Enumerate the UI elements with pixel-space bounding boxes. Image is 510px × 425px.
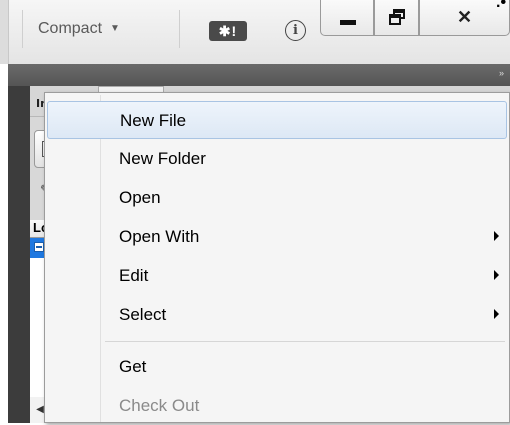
menu-item-label: Open With [119, 227, 200, 246]
menu-separator [105, 341, 505, 342]
toolbar-divider [22, 10, 23, 48]
info-icon[interactable]: i [285, 20, 306, 41]
collapse-icon[interactable] [34, 242, 44, 252]
submenu-arrow-icon [494, 231, 499, 241]
sync-button[interactable]: ✱! [209, 21, 247, 41]
minimize-icon [340, 20, 356, 25]
dropdown-caret-icon: ▼ [110, 23, 120, 34]
menu-item-label: Check Out [119, 396, 200, 415]
menu-item-label: Select [119, 305, 167, 324]
menu-item-get[interactable]: Get [47, 348, 507, 386]
view-mode-label: Compact [38, 20, 103, 37]
menu-item-label: Get [119, 357, 147, 376]
more-icon[interactable]: » [499, 68, 504, 78]
corner-artifact: .• [496, 0, 507, 11]
restore-icon [388, 9, 405, 25]
menu-item-select[interactable]: Select [47, 296, 507, 334]
toolbar-left-edge [0, 0, 9, 64]
menu-item-label: Edit [119, 266, 149, 285]
menu-item-label: New Folder [119, 149, 206, 168]
window-controls: ✕ [320, 0, 510, 38]
close-icon: ✕ [456, 7, 473, 27]
panel-header: » [8, 64, 510, 86]
menu-item-new-file[interactable]: New File [47, 101, 507, 139]
menu-item-open[interactable]: Open [47, 179, 507, 217]
menu-item-edit[interactable]: Edit [47, 257, 507, 295]
submenu-arrow-icon [494, 270, 499, 280]
view-mode-dropdown[interactable]: Compact ▼ [38, 20, 120, 38]
minimize-button[interactable] [320, 0, 374, 36]
menu-item-new-folder[interactable]: New Folder [47, 140, 507, 178]
menu-item-open-with[interactable]: Open With [47, 218, 507, 256]
info-glyph: i [293, 23, 298, 38]
menu-item-check-out[interactable]: Check Out [47, 387, 507, 425]
menu-item-label: Open [119, 188, 161, 207]
restore-button[interactable] [374, 0, 419, 36]
menu-item-label: New File [120, 111, 187, 130]
sync-button-label: ✱! [218, 23, 238, 39]
toolbar: Compact ▼ ✱! i ✕ .• [0, 0, 510, 64]
context-menu: New File New Folder Open Open With Edit … [44, 92, 510, 423]
toolbar-divider [179, 10, 180, 48]
submenu-arrow-icon [494, 309, 499, 319]
